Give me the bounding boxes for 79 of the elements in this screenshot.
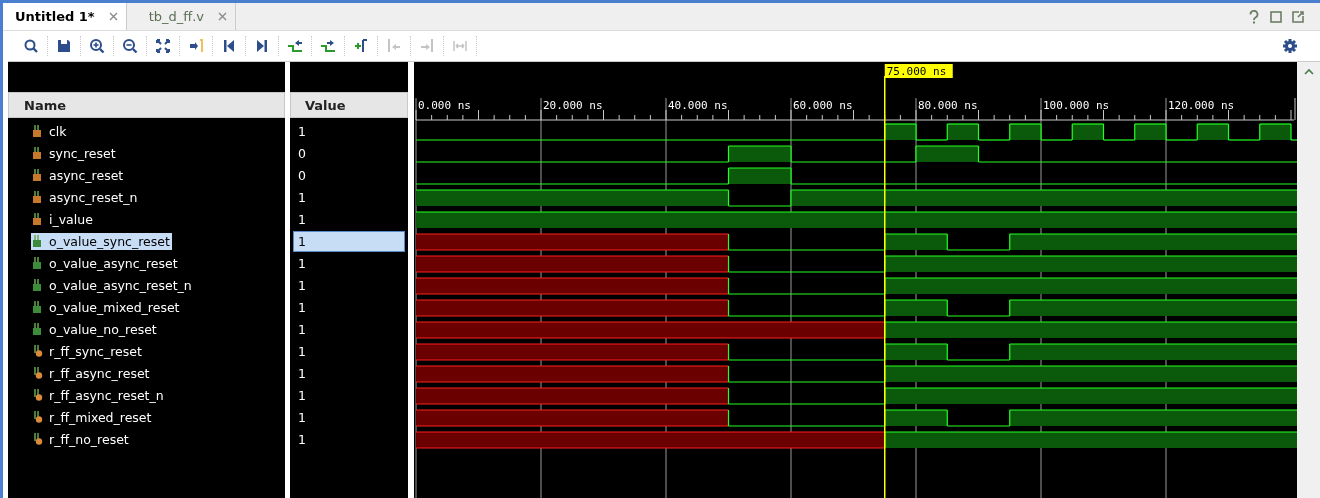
document-tab[interactable]: Untitled 1* xyxy=(3,3,127,30)
signal-icon xyxy=(33,367,44,379)
next-edge-icon xyxy=(320,38,336,54)
signal-icon xyxy=(33,213,44,225)
maximize-icon[interactable] xyxy=(1270,10,1282,23)
scroll-up-icon[interactable] xyxy=(1303,68,1314,75)
next-marker-icon xyxy=(419,38,435,54)
time-label: 20.000 ns xyxy=(543,99,603,112)
signal-value: 1 xyxy=(297,430,307,449)
signal-name[interactable]: r_ff_async_reset_n xyxy=(31,386,166,404)
signal-name[interactable]: o_value_sync_reset xyxy=(31,232,172,250)
signal-icon xyxy=(33,345,44,357)
time-label: 120.000 ns xyxy=(1168,99,1235,112)
signal-name[interactable]: o_value_mixed_reset xyxy=(31,298,182,316)
signal-icon xyxy=(33,411,44,423)
save-icon xyxy=(56,38,72,54)
signal-icon xyxy=(33,279,44,291)
value-column-header[interactable]: Value xyxy=(290,92,408,118)
signal-icon xyxy=(33,301,44,313)
settings-icon xyxy=(1282,38,1298,54)
time-label: 100.000 ns xyxy=(1043,99,1110,112)
signal-name[interactable]: o_value_async_reset xyxy=(31,254,180,272)
first-icon xyxy=(221,38,237,54)
prev-marker-icon xyxy=(386,38,402,54)
last-icon xyxy=(254,38,270,54)
vertical-scrollbar[interactable] xyxy=(1297,62,1320,498)
swap-icon xyxy=(452,38,468,54)
signal-value: 0 xyxy=(297,166,307,185)
time-label: 80.000 ns xyxy=(918,99,978,112)
help-icon[interactable] xyxy=(1248,9,1260,24)
time-label: 0.000 ns xyxy=(418,99,471,112)
signal-name[interactable]: i_value xyxy=(31,210,95,228)
signal-icon xyxy=(33,257,44,269)
signal-name[interactable]: r_ff_mixed_reset xyxy=(31,408,154,426)
signal-icon xyxy=(33,389,44,401)
document-tab[interactable]: tb_d_ff.v xyxy=(136,3,237,30)
signal-value: 1 xyxy=(297,276,307,295)
signal-icon xyxy=(33,433,44,445)
signal-icon xyxy=(33,191,44,203)
signal-value: 1 xyxy=(297,408,307,427)
signal-icon xyxy=(33,125,44,137)
zoom-out-icon xyxy=(122,38,138,54)
zoom-in-icon xyxy=(89,38,105,54)
signal-name[interactable]: r_ff_no_reset xyxy=(31,430,131,448)
signal-value: 1 xyxy=(297,122,307,141)
signal-value: 0 xyxy=(297,144,307,163)
signal-name[interactable]: r_ff_async_reset xyxy=(31,364,152,382)
signal-value: 1 xyxy=(297,342,307,361)
signal-icon xyxy=(33,169,44,181)
signal-icon xyxy=(33,147,44,159)
cursor-time-label[interactable]: 75.000 ns xyxy=(884,64,953,78)
signal-name[interactable]: o_value_no_reset xyxy=(31,320,159,338)
signal-value: 1 xyxy=(297,386,307,405)
name-column-header[interactable]: Name xyxy=(8,92,285,118)
signal-value: 1 xyxy=(297,210,307,229)
to-cursor-icon xyxy=(188,38,204,54)
signal-name[interactable]: sync_reset xyxy=(31,144,118,162)
prev-edge-icon xyxy=(287,38,303,54)
signal-name[interactable]: r_ff_sync_reset xyxy=(31,342,144,360)
time-label: 40.000 ns xyxy=(668,99,728,112)
search-icon xyxy=(23,38,39,54)
signal-name[interactable]: async_reset_n xyxy=(31,188,140,206)
float-window-icon[interactable] xyxy=(1292,10,1304,23)
signal-value: 1 xyxy=(297,298,307,317)
signal-name[interactable]: clk xyxy=(31,122,69,140)
signal-icon xyxy=(33,235,44,247)
add-marker-icon xyxy=(353,38,369,54)
close-icon[interactable] xyxy=(108,12,118,21)
signal-value: 1 xyxy=(293,230,405,252)
signal-value: 1 xyxy=(297,320,307,339)
signal-name[interactable]: async_reset xyxy=(31,166,126,184)
fit-icon xyxy=(155,38,171,54)
close-icon[interactable] xyxy=(218,12,228,21)
signal-value: 1 xyxy=(297,188,307,207)
signal-value: 1 xyxy=(297,254,307,273)
signal-name[interactable]: o_value_async_reset_n xyxy=(31,276,194,294)
signal-icon xyxy=(33,323,44,335)
time-label: 60.000 ns xyxy=(793,99,853,112)
signal-value: 1 xyxy=(297,364,307,383)
